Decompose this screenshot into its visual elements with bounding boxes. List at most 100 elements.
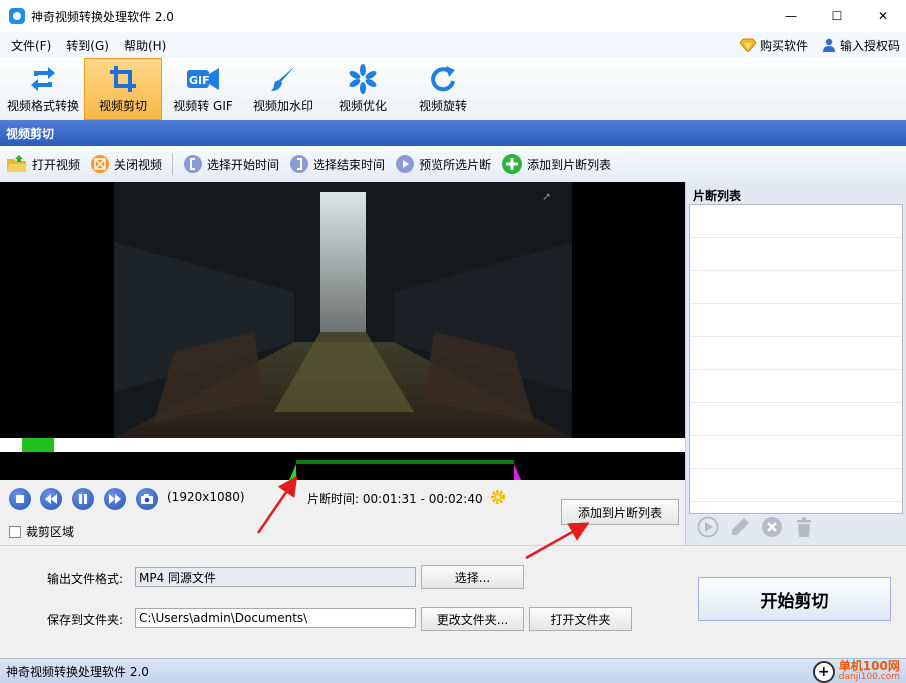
- close-video-icon: [91, 155, 110, 173]
- user-icon: [822, 38, 835, 52]
- tool-video-to-gif[interactable]: GIF 视频转 GIF: [164, 58, 242, 120]
- separator: [172, 153, 174, 175]
- pause-button[interactable]: [72, 488, 94, 510]
- playback-progress-fill: [22, 438, 54, 452]
- watermark-plus-icon: +: [812, 660, 835, 683]
- edit-clip-button[interactable]: [728, 515, 752, 539]
- window-controls: — ☐ ✕: [768, 0, 906, 32]
- open-video-label: 打开视频: [32, 157, 81, 172]
- status-text: 神奇视频转换处理软件 2.0: [6, 664, 149, 679]
- output-folder-input[interactable]: C:\Users\admin\Documents\: [135, 608, 416, 628]
- crop-region-checkbox-box[interactable]: [9, 525, 21, 538]
- app-icon: [9, 8, 25, 24]
- crop-region-checkbox[interactable]: 裁剪区域: [9, 523, 74, 540]
- delete-clip-button[interactable]: [760, 515, 784, 539]
- clip-list-row[interactable]: [690, 271, 902, 304]
- license-link[interactable]: 输入授权码: [822, 37, 900, 54]
- tool-label: 视频优化: [338, 99, 387, 113]
- clip-list[interactable]: [689, 204, 903, 514]
- play-clip-button[interactable]: [696, 515, 720, 539]
- tool-watermark[interactable]: 视频加水印: [244, 58, 322, 120]
- preview-clip-button[interactable]: 预览所选片断: [395, 154, 491, 174]
- clip-list-row[interactable]: [690, 403, 902, 436]
- clip-list-row[interactable]: [690, 370, 902, 403]
- clip-list-row[interactable]: [690, 304, 902, 337]
- clear-list-button[interactable]: [792, 515, 816, 539]
- bracket-left-icon: [184, 155, 203, 173]
- tool-label: 视频格式转换: [6, 99, 79, 113]
- brush-icon: [271, 66, 295, 91]
- video-player[interactable]: ➚: [0, 182, 685, 480]
- clip-list-row[interactable]: [690, 469, 902, 502]
- crop-icon: [110, 66, 136, 92]
- add-to-clip-list-button[interactable]: 添加到片断列表: [561, 499, 679, 525]
- clip-time-value: 00:01:31 - 00:02:40: [362, 492, 483, 506]
- window-title: 神奇视频转换处理软件 2.0: [31, 9, 174, 24]
- clip-list-panel: 片断列表: [685, 182, 906, 545]
- playback-progress-track[interactable]: [0, 438, 685, 452]
- close-video-button[interactable]: 关闭视频: [90, 154, 162, 174]
- preview-icon: [396, 155, 415, 173]
- license-label: 输入授权码: [839, 38, 900, 53]
- add-to-list-button[interactable]: 添加到片断列表: [501, 153, 611, 175]
- fast-forward-button[interactable]: [104, 488, 126, 510]
- section-title: 视频剪切: [6, 126, 55, 141]
- tool-video-cut[interactable]: 视频剪切: [84, 58, 162, 120]
- tool-optimize[interactable]: 视频优化: [324, 58, 402, 120]
- play-icon: [697, 516, 719, 538]
- start-cut-button[interactable]: 开始剪切: [698, 577, 891, 621]
- section-header: 视频剪切: [0, 120, 906, 146]
- clip-list-row[interactable]: [690, 436, 902, 469]
- tool-rotate[interactable]: 视频旋转: [404, 58, 482, 120]
- svg-text:➚: ➚: [542, 190, 551, 203]
- maximize-button[interactable]: ☐: [814, 0, 860, 32]
- clip-selection-range: [296, 460, 514, 464]
- diamond-icon: [739, 38, 756, 52]
- menu-goto[interactable]: 转到(G): [66, 37, 109, 54]
- gif-icon-text: GIF: [189, 74, 210, 87]
- crop-region-label: 裁剪区域: [26, 525, 75, 539]
- stop-button[interactable]: [9, 488, 31, 510]
- clip-list-row[interactable]: [690, 238, 902, 271]
- clip-end-marker[interactable]: [514, 464, 521, 480]
- menu-file[interactable]: 文件(F): [11, 37, 51, 54]
- clip-list-row[interactable]: [690, 205, 902, 238]
- status-bar: 神奇视频转换处理软件 2.0 + 单机100网 danji100.com: [0, 658, 906, 683]
- change-folder-button[interactable]: 更改文件夹...: [421, 607, 524, 631]
- tool-format-convert[interactable]: 视频格式转换: [4, 58, 82, 120]
- open-video-button[interactable]: 打开视频: [6, 154, 80, 174]
- minimize-button[interactable]: —: [768, 0, 814, 32]
- buy-software-label: 购买软件: [759, 38, 808, 53]
- menu-help[interactable]: 帮助(H): [124, 37, 166, 54]
- open-folder-button[interactable]: 打开文件夹: [529, 607, 632, 631]
- close-button[interactable]: ✕: [860, 0, 906, 32]
- convert-icon: [31, 67, 55, 91]
- video-resolution: (1920x1080): [167, 490, 245, 504]
- select-format-button[interactable]: 选择...: [421, 565, 524, 589]
- remove-icon: [762, 517, 782, 537]
- menu-right: 购买软件 输入授权码: [739, 32, 900, 58]
- select-end-time-label: 选择结束时间: [313, 157, 386, 172]
- tool-label: 视频转 GIF: [173, 99, 233, 113]
- output-format-field: MP4 同源文件: [135, 567, 416, 587]
- select-start-time-label: 选择开始时间: [207, 157, 280, 172]
- snapshot-button[interactable]: [136, 488, 158, 510]
- clip-list-row[interactable]: [690, 337, 902, 370]
- output-folder-label: 保存到文件夹:: [47, 613, 124, 627]
- select-start-time-button[interactable]: 选择开始时间: [183, 154, 279, 174]
- clip-settings-button[interactable]: [489, 488, 507, 509]
- tool-label: 视频加水印: [252, 99, 313, 113]
- buy-software-link[interactable]: 购买软件: [739, 37, 808, 54]
- watermark-logo: + 单机100网 danji100.com: [812, 658, 900, 683]
- gear-icon: [491, 490, 505, 504]
- watermark-title: 单机100网: [838, 658, 900, 673]
- output-format-label: 输出文件格式:: [47, 572, 124, 586]
- clip-start-marker[interactable]: [289, 464, 296, 480]
- rewind-button[interactable]: [40, 488, 62, 510]
- pinwheel-icon: [349, 64, 377, 94]
- title-bar: 神奇视频转换处理软件 2.0 — ☐ ✕: [0, 0, 906, 32]
- select-end-time-button[interactable]: 选择结束时间: [289, 154, 385, 174]
- plus-icon: [502, 154, 523, 174]
- tool-label: 视频剪切: [98, 99, 147, 113]
- add-to-list-label: 添加到片断列表: [527, 157, 612, 172]
